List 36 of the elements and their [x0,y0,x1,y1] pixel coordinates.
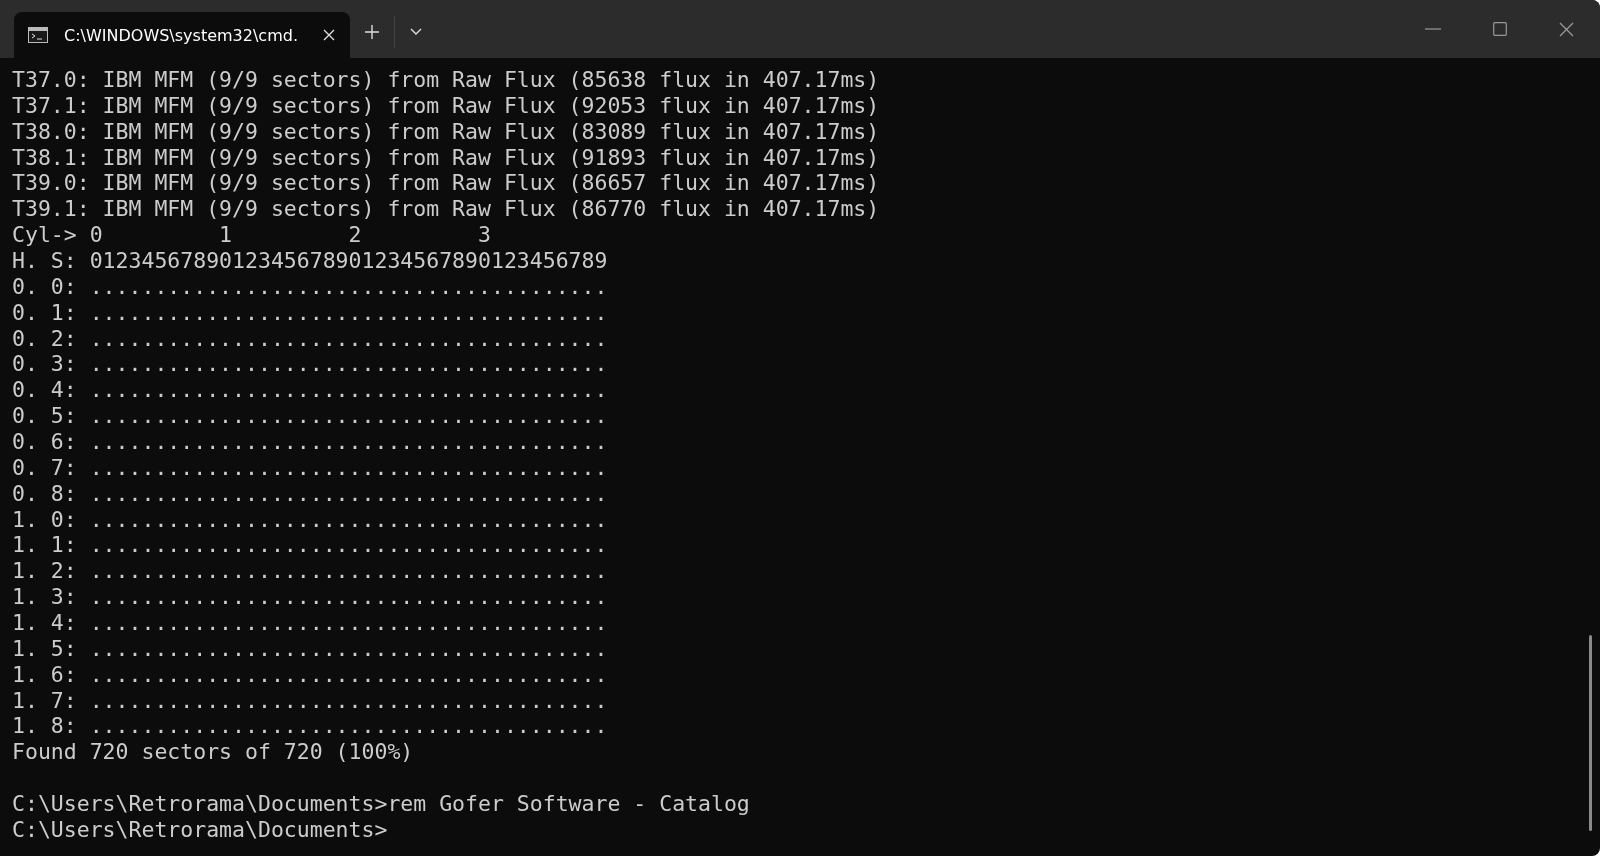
terminal-line: 0. 8: ........................................ [12,480,608,507]
terminal-line: 1. 3: ........................................ [12,584,608,611]
terminal-line: 0. 5: ........................................ [12,403,608,430]
terminal-line: T39.0: IBM MFM (9/9 sectors) from Raw Flux (86657 flux in 407.17ms) [12,170,880,197]
scrollbar[interactable] [1589,635,1592,831]
terminal-line: Found 720 sectors of 720 (100%) [12,739,414,766]
terminal-line: 0. 3: ........................................ [12,351,608,378]
terminal-line: C:\Users\Retrorama\Documents> [12,816,388,843]
terminal-line: 1. 6: ........................................ [12,661,608,688]
terminal-line: 0. 0: ........................................ [12,273,608,300]
terminal-line: T37.0: IBM MFM (9/9 sectors) from Raw Flux (85638 flux in 407.17ms) [12,67,880,93]
terminal-line: 0. 6: ........................................ [12,429,608,455]
terminal-line: T39.1: IBM MFM (9/9 sectors) from Raw Flux (86770 flux in 407.17ms) [12,196,880,223]
terminal-line: 0. 1: ........................................ [12,299,608,326]
terminal-line: T37.1: IBM MFM (9/9 sectors) from Raw Flux (92053 flux in 407.17ms) [12,92,880,119]
terminal-line: C:\Users\Retrorama\Documents>rem Gofer Software - Catalog [12,790,750,817]
new-tab-icon[interactable] [364,24,380,40]
terminal-icon [28,27,48,43]
terminal-line: 1. 1: ........................................ [12,532,608,559]
maximize-icon[interactable] [1493,22,1507,36]
terminal-line: T38.1: IBM MFM (9/9 sectors) from Raw Flux (91893 flux in 407.17ms) [12,144,880,171]
terminal-line: 1. 5: ........................................ [12,635,608,662]
terminal-line: T38.0: IBM MFM (9/9 sectors) from Raw Flux (83089 flux in 407.17ms) [12,118,880,145]
terminal-line: Cyl-> 0 1 2 3 [12,222,491,248]
terminal-line: 0. 4: ........................................ [12,377,608,404]
terminal-line: 1. 2: ........................................ [12,558,608,585]
terminal-tab[interactable]: C:\WINDOWS\system32\cmd. [14,12,350,58]
terminal-line: 0. 7: ........................................ [12,454,608,481]
terminal-line: H. S: 0123456789012345678901234567890123456789 [12,248,608,274]
terminal-line: 0. 2: ........................................ [12,325,608,352]
terminal-line: 1. 8: ........................................ [12,713,608,740]
dropdown-caret-icon[interactable] [409,27,423,37]
terminal-line: 1. 0: ........................................ [12,506,608,533]
terminal-line: 1. 7: ........................................ [12,687,608,714]
tab-title: C:\WINDOWS\system32\cmd. [64,25,299,45]
terminal-line: 1. 4: ........................................ [12,610,608,636]
